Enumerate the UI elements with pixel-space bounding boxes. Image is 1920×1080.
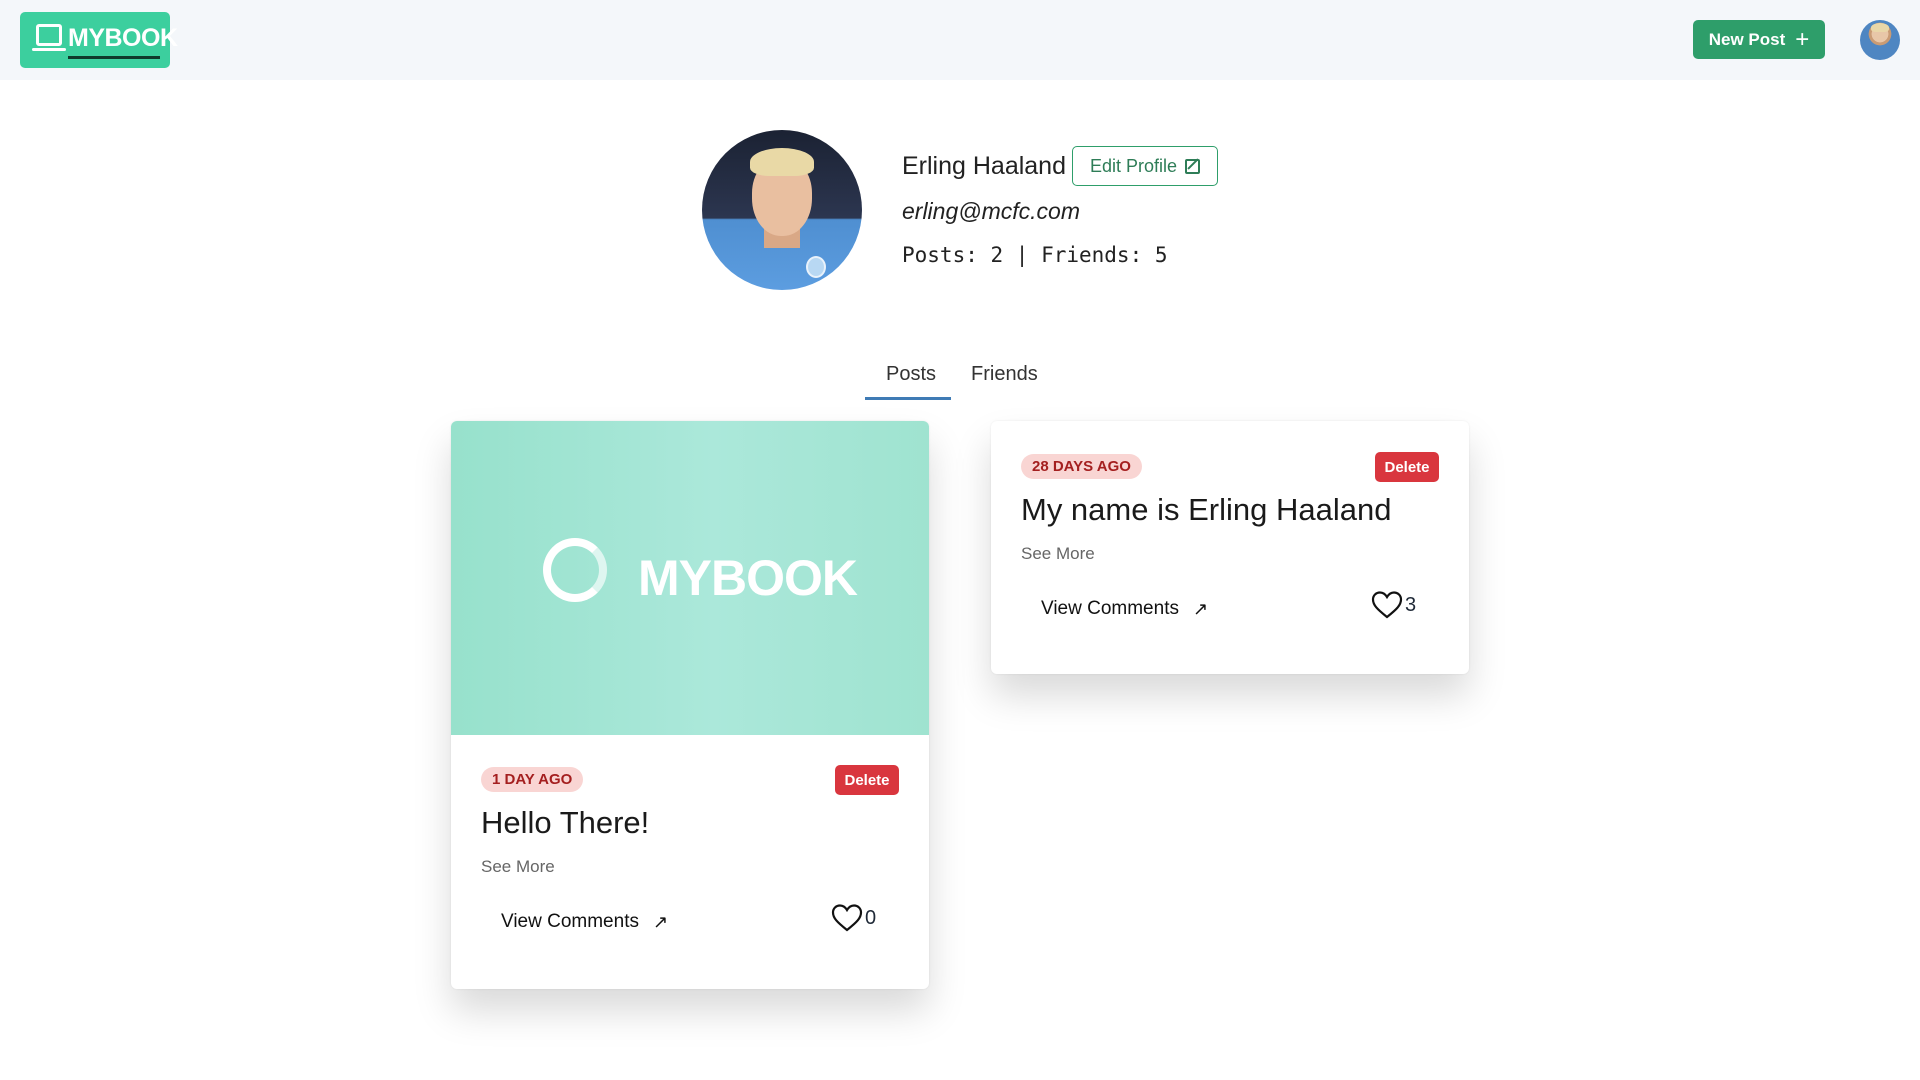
edit-icon	[1185, 158, 1201, 174]
view-comments-label: View Comments	[1041, 598, 1179, 619]
edit-profile-label: Edit Profile	[1089, 155, 1178, 176]
profile-avatar	[702, 130, 862, 290]
user-avatar[interactable]	[1860, 20, 1900, 60]
like-count: 0	[865, 906, 877, 929]
logo-underline	[68, 56, 160, 59]
arrow-up-right-icon: ↗	[1192, 598, 1209, 619]
top-bar: MYBOOK New Post +	[0, 0, 1920, 80]
view-comments-button[interactable]: View Comments ↗	[1041, 598, 1208, 620]
see-more-link[interactable]: See More	[1021, 544, 1095, 564]
delete-button[interactable]: Delete	[835, 765, 899, 795]
post-image-text: MYBOOK	[638, 550, 858, 606]
plus-icon: +	[1795, 25, 1810, 53]
post-card: MYBOOK 1 DAY AGO Delete Hello There! See…	[451, 421, 929, 989]
post-time-badge: 28 DAYS AGO	[1021, 454, 1142, 479]
active-tab-indicator	[865, 397, 951, 400]
post-title: My name is Erling Haaland	[1021, 492, 1392, 527]
like-counter[interactable]: 0	[831, 903, 876, 933]
see-more-link[interactable]: See More	[481, 857, 555, 877]
logo-text: MYBOOK	[68, 24, 178, 52]
club-crest-icon	[806, 256, 826, 278]
like-count: 3	[1405, 593, 1417, 616]
post-card: 28 DAYS AGO Delete My name is Erling Haa…	[991, 421, 1469, 674]
post-image: MYBOOK	[451, 421, 929, 735]
post-time-badge: 1 DAY AGO	[481, 767, 584, 792]
arrow-up-right-icon: ↗	[652, 911, 669, 932]
heart-icon	[831, 904, 863, 932]
view-comments-button[interactable]: View Comments ↗	[501, 911, 668, 933]
profile-name: Erling Haaland	[902, 152, 1066, 180]
tab-friends[interactable]: Friends	[971, 363, 1038, 386]
tab-posts[interactable]: Posts	[886, 363, 936, 386]
post-title: Hello There!	[481, 805, 650, 840]
like-counter[interactable]: 3	[1371, 590, 1416, 620]
profile-email: erling@mcfc.com	[902, 198, 1080, 224]
delete-button[interactable]: Delete	[1375, 452, 1439, 482]
view-comments-label: View Comments	[501, 911, 639, 932]
profile-stats: Posts: 2 | Friends: 5	[902, 243, 1168, 267]
logo-ring-icon	[543, 538, 607, 602]
mybook-logo[interactable]: MYBOOK	[20, 12, 178, 68]
new-post-button[interactable]: New Post +	[1693, 20, 1825, 59]
heart-icon	[1371, 591, 1403, 619]
edit-profile-button[interactable]: Edit Profile	[1072, 146, 1218, 186]
new-post-label: New Post	[1708, 29, 1786, 49]
book-icon	[32, 24, 66, 51]
